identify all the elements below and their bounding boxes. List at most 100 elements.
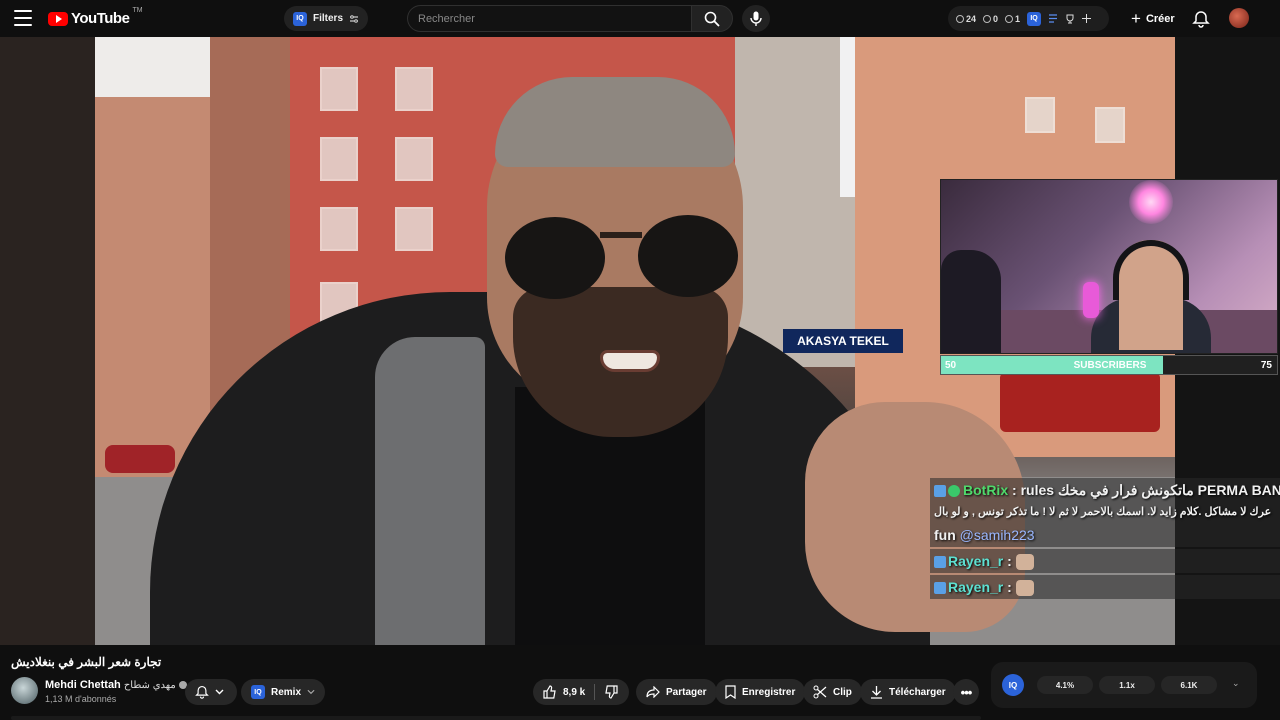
scene-window <box>1095 107 1125 143</box>
scene-window <box>320 207 358 251</box>
iq-logo-icon[interactable]: IQ <box>1002 674 1024 696</box>
trophy-icon <box>1066 14 1074 23</box>
bell-icon <box>195 685 209 699</box>
eye-icon <box>1005 14 1014 23</box>
stat-value: 0 <box>993 13 999 24</box>
scissors-icon <box>813 685 827 699</box>
video-title: تجارة شعر البشر في بنغلاديش <box>11 655 162 669</box>
scene-shop-sign: AKASYA TEKEL <box>783 329 903 353</box>
plus-icon: + <box>1131 9 1141 28</box>
menu-icon[interactable] <box>14 10 32 26</box>
voice-search-button[interactable] <box>742 5 770 32</box>
create-button[interactable]: + Créer <box>1122 6 1184 31</box>
search-input[interactable]: Rechercher <box>407 5 692 32</box>
search-icon <box>704 11 720 27</box>
scene-window <box>320 137 358 181</box>
iq-metric[interactable]: 4.1% <box>1037 676 1093 694</box>
sparkle-icon <box>1082 14 1092 23</box>
iq-badge-icon: IQ <box>1027 11 1042 26</box>
bell-icon[interactable] <box>1192 10 1210 28</box>
youtube-play-icon <box>48 11 68 26</box>
thumbs-up-icon[interactable] <box>543 685 557 699</box>
channel-name-text: Mehdi Chettah <box>45 679 121 691</box>
mic-icon <box>750 11 762 26</box>
scene-window <box>395 67 433 111</box>
streamer-webcam <box>940 179 1278 354</box>
scene-hair <box>495 77 735 167</box>
webcam-neon-light <box>1129 180 1173 224</box>
scene-sunglasses-bridge <box>600 232 642 238</box>
goal-end: 75 <box>1260 360 1272 371</box>
clip-label: Clip <box>833 686 852 698</box>
iq-metric[interactable]: 6.1K <box>1161 676 1217 694</box>
subscriber-badge-icon <box>934 556 946 569</box>
clip-button[interactable]: Clip <box>803 679 862 705</box>
chat-message: Rayen_r : <box>930 575 1280 599</box>
scene-sunglasses-lens <box>638 215 738 297</box>
scene-window <box>320 67 358 111</box>
chat-separator: : <box>1008 482 1021 498</box>
chat-username: Rayen_r <box>948 553 1004 569</box>
save-button[interactable]: Enregistrer <box>715 679 806 705</box>
share-label: Partager <box>666 686 707 698</box>
clock-icon <box>956 14 964 23</box>
more-actions-button[interactable]: ••• <box>953 679 979 705</box>
bookmark-icon <box>725 685 736 699</box>
channel-avatar[interactable] <box>11 677 38 704</box>
search-button[interactable] <box>691 5 733 32</box>
stat-eye: 0 <box>983 14 998 24</box>
stat-eye: 1 <box>1005 14 1020 24</box>
video-info: تجارة شعر البشر في بنغلاديش Mehdi Chetta… <box>0 645 1280 720</box>
chat-message: BotRix : rules ماتكونش فرار في مخك PERMA… <box>930 478 1280 502</box>
verified-bot-icon <box>948 485 960 498</box>
subscriber-count: 1,13 M d'abonnés <box>45 694 117 704</box>
chat-text: عرك لا مشاكل .كلام زايد لا. اسمك بالاحمر… <box>934 506 1272 518</box>
channel-name[interactable]: Mehdi Chettah مهدي شطاح <box>45 679 187 691</box>
stat-value: 24 <box>966 13 977 24</box>
mod-badge-icon <box>934 485 946 498</box>
youtube-logo[interactable]: YouTube TM <box>48 7 143 27</box>
create-label: Créer <box>1145 12 1175 25</box>
filters-button[interactable]: IQ Filters <box>284 6 369 31</box>
thumbs-down-icon[interactable] <box>604 685 618 699</box>
share-icon <box>646 686 660 698</box>
logo-text: YouTube <box>71 10 130 27</box>
iq-badge-icon: IQ <box>293 11 307 26</box>
headset-icon <box>1113 240 1189 300</box>
eye-icon <box>983 14 992 23</box>
logo-trademark: TM <box>132 7 143 14</box>
account-avatar[interactable] <box>1229 8 1249 28</box>
chat-username: Rayen_r <box>948 579 1004 595</box>
iq-extension-panel: IQ 4.1% 1.1x 6.1K ⌄ <box>991 662 1257 708</box>
chat-separator: : <box>1003 553 1016 569</box>
chat-text: fun <box>934 527 956 543</box>
video-player[interactable]: AKASYA TEKEL 50 SUBSCRIBERS 75 BotRix : … <box>0 37 1280 645</box>
iq-metric[interactable]: 1.1x <box>1099 676 1155 694</box>
chat-message: fun @samih223 <box>930 523 1280 547</box>
subscribe-bell-button[interactable] <box>185 679 237 705</box>
scene-jacket-lining <box>375 337 485 645</box>
download-button[interactable]: Télécharger <box>860 679 956 705</box>
microphone-icon <box>1083 282 1099 318</box>
chat-mention: @samih223 <box>959 527 1035 543</box>
scene-window <box>395 207 433 251</box>
chat-separator: : <box>1003 579 1016 595</box>
share-button[interactable]: Partager <box>636 679 717 705</box>
chat-text: rules ماتكونش فرار في مخك PERMA BAN احتر… <box>1020 482 1280 498</box>
scene-mouth <box>600 350 660 372</box>
description-box-edge <box>11 716 981 720</box>
like-count: 8,9 k <box>563 686 586 698</box>
chevron-down-icon <box>215 689 224 695</box>
scene-car <box>1000 372 1160 432</box>
scene-window <box>1025 97 1055 133</box>
remix-button[interactable]: IQ Remix <box>241 679 326 705</box>
iq-badge-icon: IQ <box>251 685 265 699</box>
chat-message: Rayen_r : <box>930 549 1280 573</box>
scene-sunglasses-lens <box>505 217 605 299</box>
goal-label: SUBSCRIBERS <box>1073 360 1147 371</box>
stat-value: 1 <box>1015 13 1021 24</box>
extension-stats[interactable]: 24 0 1 IQ <box>948 6 1109 31</box>
stream-chat-overlay: BotRix : rules ماتكونش فرار في مخك PERMA… <box>930 478 1280 599</box>
chevron-down-icon[interactable]: ⌄ <box>1232 678 1240 689</box>
remix-label: Remix <box>271 686 302 698</box>
